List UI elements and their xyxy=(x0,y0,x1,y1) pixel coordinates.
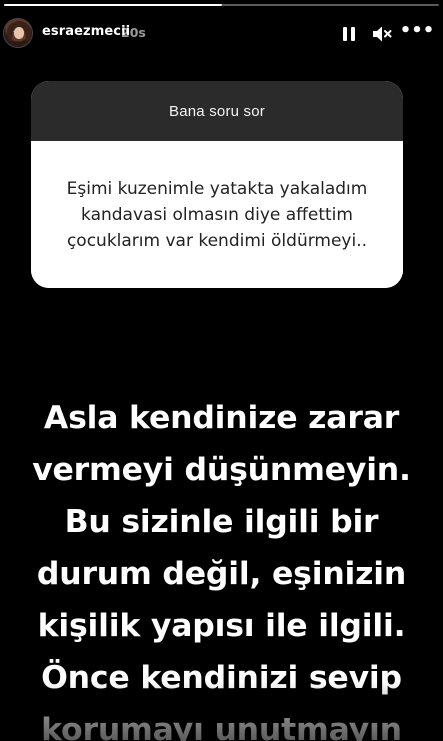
answer-line: Önce kendinizi sevip xyxy=(41,660,402,696)
answer-line: Bu sizinle ilgili bir xyxy=(64,504,379,540)
question-sticker-title: Bana soru sor xyxy=(169,102,265,120)
answer-text: Asla kendinize zarar vermeyi düşünmeyin.… xyxy=(0,392,443,741)
avatar[interactable] xyxy=(3,18,33,48)
more-options-button[interactable]: ••• xyxy=(400,22,435,46)
answer-line: korumayı unutmayın xyxy=(41,712,402,741)
volume-muted-icon xyxy=(373,26,392,42)
story-progress-bar xyxy=(4,4,439,6)
story-progress-fill xyxy=(4,4,222,6)
answer-line: durum değil, eşinizin xyxy=(36,556,407,592)
question-text: Eşimi kuzenimle yatakta yakaladım kandav… xyxy=(66,178,368,251)
mute-button[interactable] xyxy=(370,22,394,46)
answer-line: vermeyi düşünmeyin. xyxy=(32,452,411,488)
story-header: esraezmecii 20s ••• xyxy=(0,14,443,54)
avatar-face xyxy=(14,27,24,39)
story-viewer[interactable]: esraezmecii 20s ••• Bana soru sor Eşimi … xyxy=(0,0,443,741)
pause-icon xyxy=(343,27,355,41)
question-sticker-body: Eşimi kuzenimle yatakta yakaladım kandav… xyxy=(31,141,403,288)
question-sticker-header: Bana soru sor xyxy=(31,81,403,141)
pause-button[interactable] xyxy=(337,22,361,46)
answer-line: kişilik yapısı ile ilgili. xyxy=(37,608,406,644)
question-sticker[interactable]: Bana soru sor Eşimi kuzenimle yatakta ya… xyxy=(31,81,403,288)
username[interactable]: esraezmecii xyxy=(42,24,130,39)
more-options-icon: ••• xyxy=(399,20,435,41)
answer-line: Asla kendinize zarar xyxy=(43,400,400,436)
story-timestamp: 20s xyxy=(121,25,146,40)
